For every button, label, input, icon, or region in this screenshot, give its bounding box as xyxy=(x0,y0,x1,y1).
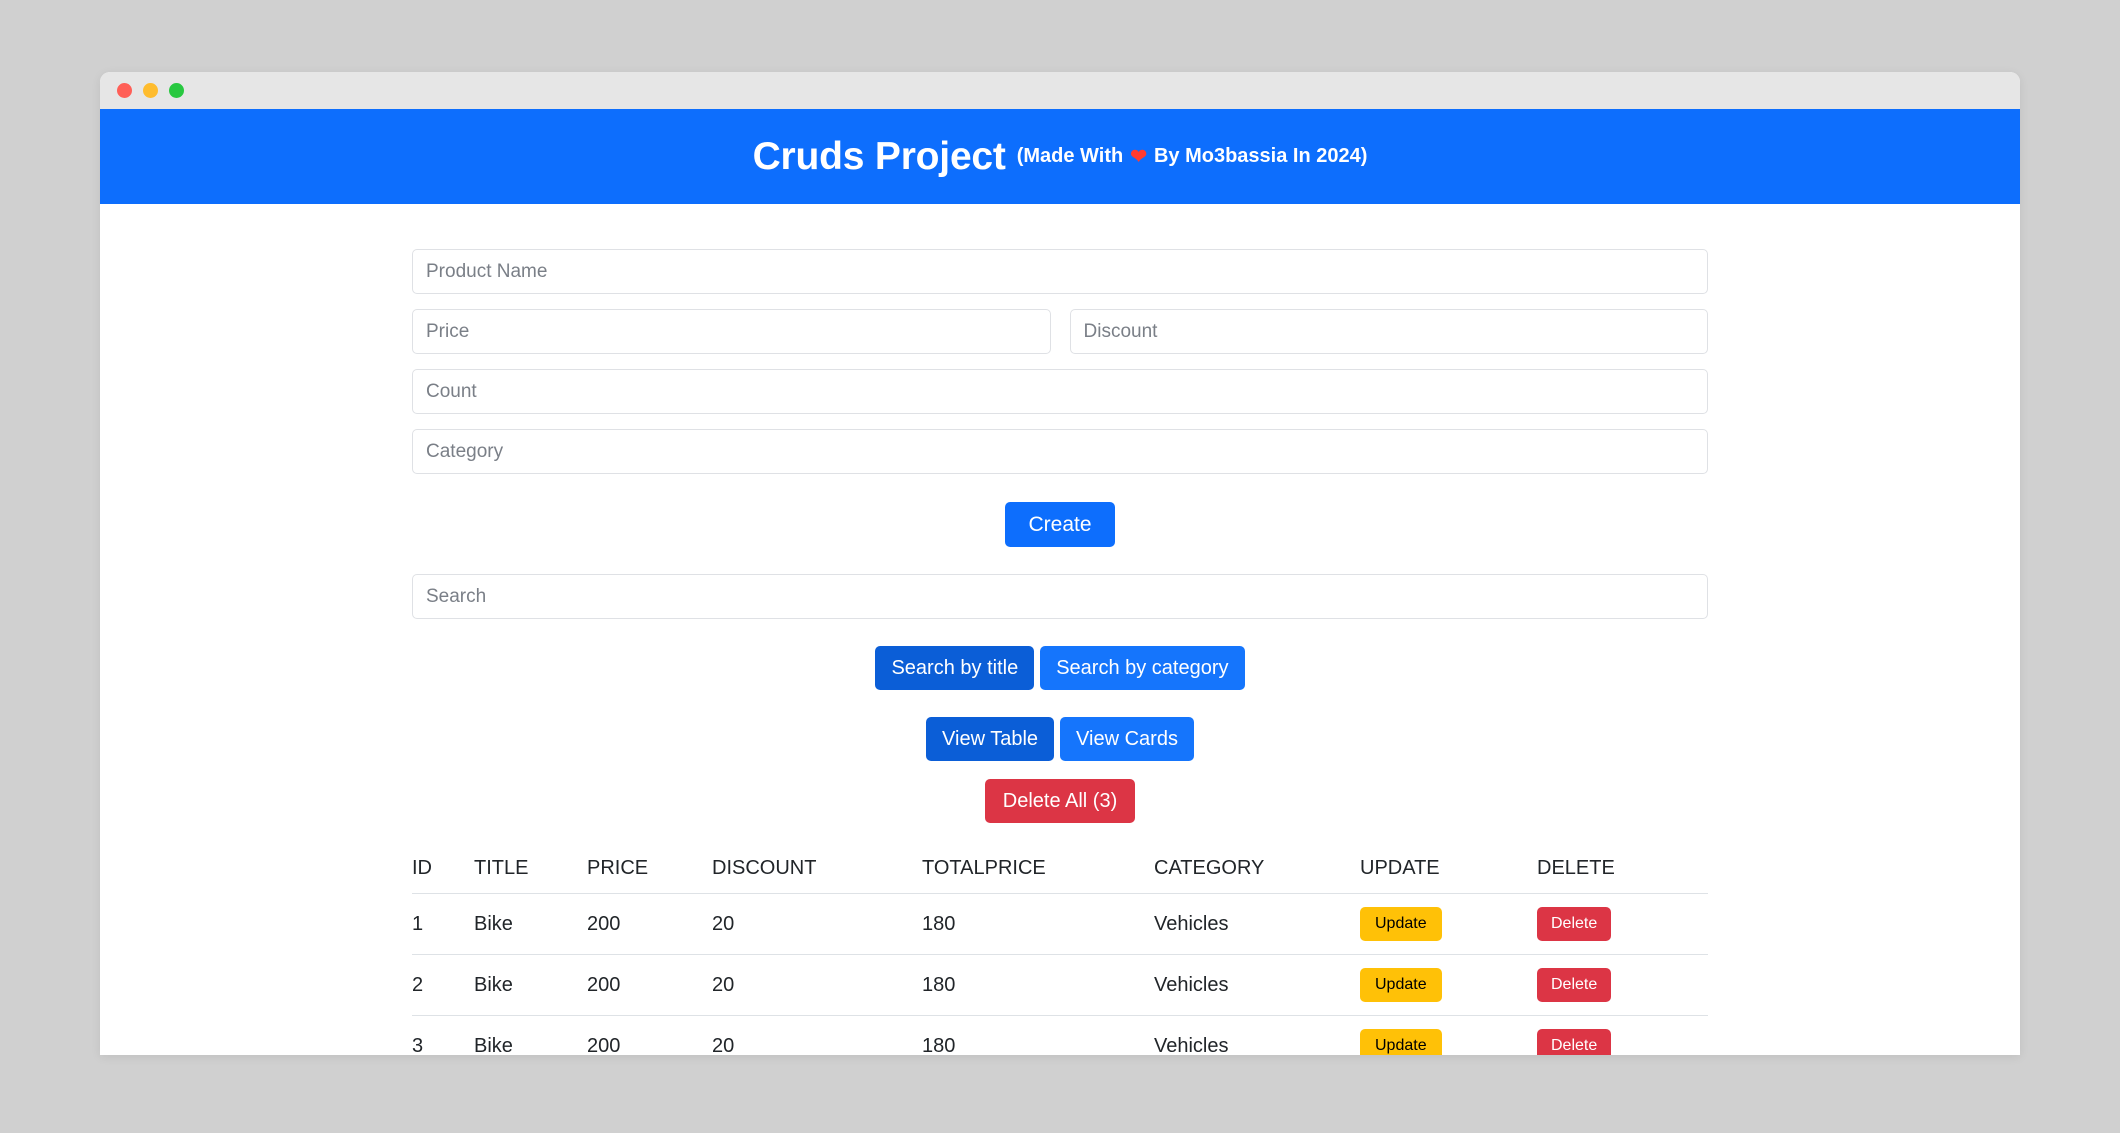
cell-update: Update xyxy=(1360,954,1537,1016)
search-mode-button-group: Search by title Search by category xyxy=(412,646,1708,690)
page-subtitle: (Made With ❤ By Mo3bassia In 2024) xyxy=(1017,145,1368,168)
price-discount-row xyxy=(412,309,1708,354)
search-input[interactable] xyxy=(412,574,1708,619)
subtitle-text-before: (Made With xyxy=(1016,145,1124,167)
view-cards-button[interactable]: View Cards xyxy=(1060,717,1194,761)
table-row: 2 Bike 200 20 180 Vehicles Update Delete xyxy=(412,954,1708,1016)
subtitle-text-after: By Mo3bassia In 2024) xyxy=(1153,145,1368,167)
delete-row-button[interactable]: Delete xyxy=(1537,968,1612,1002)
cell-totalprice: 180 xyxy=(922,893,1154,955)
cell-price: 200 xyxy=(587,1015,712,1055)
column-header-title: TITLE xyxy=(474,857,587,894)
column-header-totalprice: TOTALPRICE xyxy=(922,857,1154,894)
table-row: 3 Bike 200 20 180 Vehicles Update Delete xyxy=(412,1015,1708,1055)
column-header-id: ID xyxy=(412,857,474,894)
cell-price: 200 xyxy=(587,893,712,955)
minimize-window-button[interactable] xyxy=(143,83,158,98)
products-table-body: 1 Bike 200 20 180 Vehicles Update Delete xyxy=(412,893,1708,1055)
table-row: 1 Bike 200 20 180 Vehicles Update Delete xyxy=(412,893,1708,955)
product-name-input[interactable] xyxy=(412,249,1708,294)
cell-id: 3 xyxy=(412,1015,474,1055)
cell-delete: Delete xyxy=(1537,954,1708,1016)
cell-title: Bike xyxy=(474,1015,587,1055)
delete-row-button[interactable]: Delete xyxy=(1537,1029,1612,1055)
maximize-window-button[interactable] xyxy=(169,83,184,98)
count-input[interactable] xyxy=(412,369,1708,414)
cell-discount: 20 xyxy=(712,1015,922,1055)
discount-input[interactable] xyxy=(1069,309,1708,354)
column-header-update: UPDATE xyxy=(1360,857,1537,894)
update-row-button[interactable]: Update xyxy=(1360,1029,1442,1055)
app-header: Cruds Project (Made With ❤ By Mo3bassia … xyxy=(100,109,2020,204)
cell-delete: Delete xyxy=(1537,1015,1708,1055)
browser-window: Cruds Project (Made With ❤ By Mo3bassia … xyxy=(100,72,2020,1055)
cell-id: 1 xyxy=(412,893,474,955)
form-container: Create Search by title Search by categor… xyxy=(412,249,1708,1055)
products-table: ID TITLE PRICE DISCOUNT TOTALPRICE CATEG… xyxy=(412,857,1708,1055)
cell-title: Bike xyxy=(474,954,587,1016)
cell-delete: Delete xyxy=(1537,893,1708,955)
cell-id: 2 xyxy=(412,954,474,1016)
cell-discount: 20 xyxy=(712,954,922,1016)
app-content: Create Search by title Search by categor… xyxy=(100,204,2020,1055)
cell-price: 200 xyxy=(587,954,712,1016)
search-by-category-button[interactable]: Search by category xyxy=(1040,646,1245,690)
column-header-price: PRICE xyxy=(587,857,712,894)
update-row-button[interactable]: Update xyxy=(1360,968,1442,1002)
category-input[interactable] xyxy=(412,429,1708,474)
cell-category: Vehicles xyxy=(1154,893,1360,955)
delete-row-button[interactable]: Delete xyxy=(1537,907,1612,941)
delete-all-row: Delete All (3) xyxy=(412,761,1708,823)
window-titlebar xyxy=(100,72,2020,109)
cell-title: Bike xyxy=(474,893,587,955)
view-mode-button-group: View Table View Cards xyxy=(412,717,1708,761)
cell-discount: 20 xyxy=(712,893,922,955)
update-row-button[interactable]: Update xyxy=(1360,907,1442,941)
create-button-row: Create xyxy=(412,474,1708,574)
create-button[interactable]: Create xyxy=(1005,502,1115,547)
cell-update: Update xyxy=(1360,893,1537,955)
cell-totalprice: 180 xyxy=(922,1015,1154,1055)
delete-all-button[interactable]: Delete All (3) xyxy=(984,779,1136,823)
cell-category: Vehicles xyxy=(1154,1015,1360,1055)
page-title: Cruds Project xyxy=(752,134,1006,178)
search-by-title-button[interactable]: Search by title xyxy=(875,646,1035,690)
price-input[interactable] xyxy=(412,309,1051,354)
cell-category: Vehicles xyxy=(1154,954,1360,1016)
column-header-category: CATEGORY xyxy=(1154,857,1360,894)
column-header-delete: DELETE xyxy=(1537,857,1708,894)
column-header-discount: DISCOUNT xyxy=(712,857,922,894)
view-table-button[interactable]: View Table xyxy=(926,717,1055,761)
products-table-head: ID TITLE PRICE DISCOUNT TOTALPRICE CATEG… xyxy=(412,857,1708,894)
close-window-button[interactable] xyxy=(117,83,132,98)
heart-icon: ❤ xyxy=(1130,145,1147,168)
cell-totalprice: 180 xyxy=(922,954,1154,1016)
cell-update: Update xyxy=(1360,1015,1537,1055)
table-header-row: ID TITLE PRICE DISCOUNT TOTALPRICE CATEG… xyxy=(412,857,1708,894)
